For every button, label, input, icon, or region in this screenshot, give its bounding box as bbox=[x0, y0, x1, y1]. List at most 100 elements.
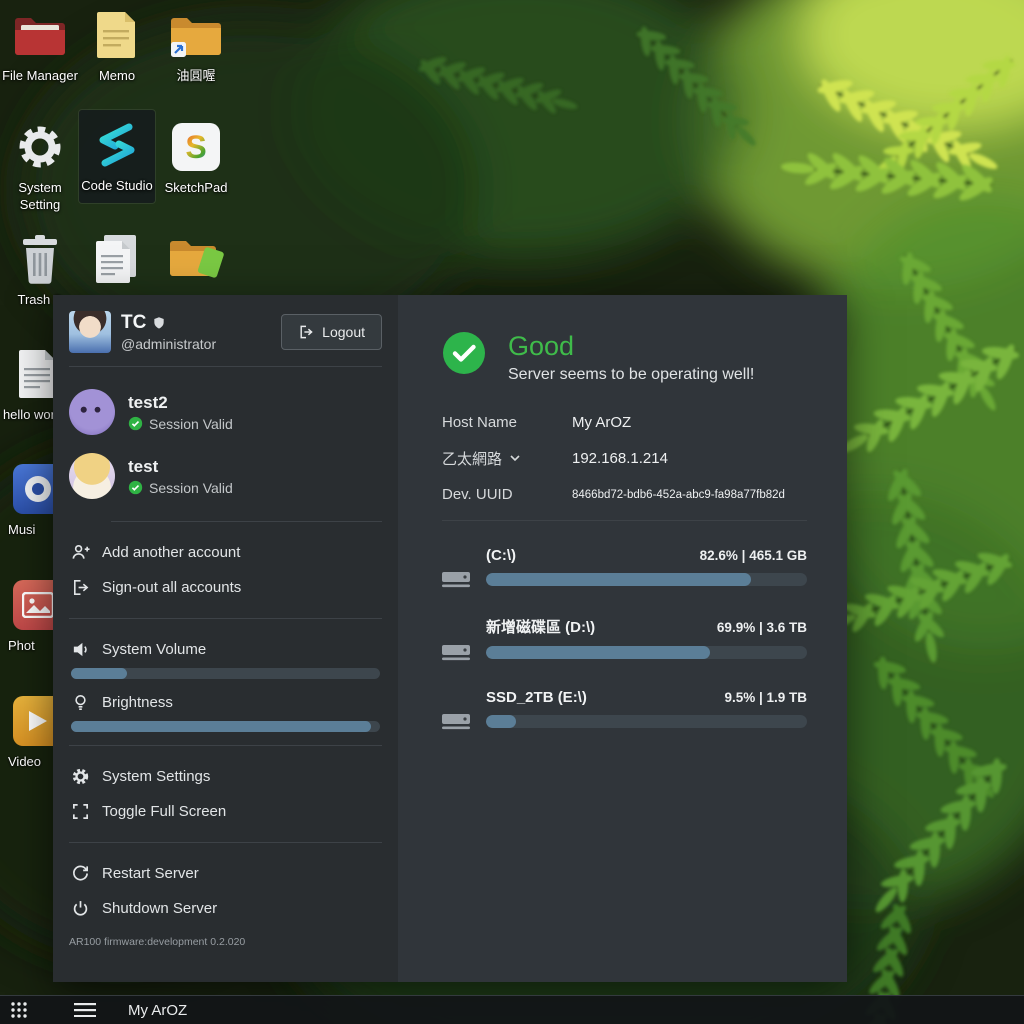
brightness-slider[interactable] bbox=[71, 721, 380, 732]
check-circle-icon bbox=[128, 480, 143, 495]
folder-paste-icon bbox=[158, 230, 234, 288]
logout-icon bbox=[298, 324, 314, 340]
divider bbox=[69, 366, 382, 367]
desktop: File Manager Memo 油圓喔 bbox=[0, 0, 1024, 1024]
system-settings-item[interactable]: System Settings bbox=[69, 759, 382, 794]
divider bbox=[442, 520, 807, 521]
hostname-row: Host Name My ArOZ bbox=[442, 414, 807, 431]
desktop-icon-label: SketchPad bbox=[158, 180, 234, 197]
desktop-icon-code-studio[interactable]: Code Studio bbox=[79, 110, 155, 203]
divider bbox=[111, 521, 382, 522]
disk-row-e: SSD_2TB (E:\) 9.5% | 1.9 TB bbox=[442, 689, 807, 731]
disk-usage-bar bbox=[486, 646, 807, 659]
desktop-icon-folder-paste[interactable] bbox=[158, 230, 234, 292]
divider bbox=[69, 745, 382, 746]
account-row-test2[interactable]: test2 Session Valid bbox=[69, 380, 382, 444]
desktop-icon-memo[interactable]: Memo bbox=[79, 6, 155, 85]
person-plus-icon bbox=[71, 543, 90, 562]
account-row-test[interactable]: test Session Valid bbox=[69, 444, 382, 508]
status-title: Good bbox=[508, 331, 754, 362]
account-name: test2 bbox=[128, 393, 233, 413]
divider bbox=[69, 618, 382, 619]
account-name: test bbox=[128, 457, 233, 477]
gear-icon bbox=[2, 118, 78, 176]
disk-usage: 69.9% | 3.6 TB bbox=[717, 620, 807, 635]
fullscreen-icon bbox=[71, 802, 90, 821]
disk-usage-bar bbox=[486, 573, 807, 586]
chevron-down-icon bbox=[510, 455, 520, 462]
user-name: TC bbox=[121, 312, 146, 334]
taskbar-title: My ArOZ bbox=[128, 1002, 187, 1019]
desktop-icon-label: 油圓喔 bbox=[158, 68, 234, 85]
volume-fill bbox=[71, 668, 127, 679]
desktop-icon-document[interactable] bbox=[79, 230, 155, 292]
desktop-icon-shortcut-folder[interactable]: 油圓喔 bbox=[158, 6, 234, 85]
restart-icon bbox=[71, 864, 90, 883]
memo-icon bbox=[79, 6, 155, 64]
brightness-fill bbox=[71, 721, 371, 732]
system-volume-slider[interactable] bbox=[71, 668, 380, 679]
ip-address-value: 192.168.1.214 bbox=[572, 450, 668, 467]
hamburger-icon bbox=[74, 1003, 96, 1017]
disk-usage-fill bbox=[486, 715, 516, 728]
folder-shortcut-icon bbox=[158, 6, 234, 64]
drive-icon bbox=[442, 570, 470, 589]
current-user-header: TC @administrator Logout bbox=[69, 311, 382, 353]
drive-icon bbox=[442, 712, 470, 731]
disk-usage-fill bbox=[486, 646, 710, 659]
status-subtitle: Server seems to be operating well! bbox=[508, 366, 754, 384]
toggle-fullscreen-item[interactable]: Toggle Full Screen bbox=[69, 794, 382, 829]
divider bbox=[69, 842, 382, 843]
signout-all-item[interactable]: Sign-out all accounts bbox=[69, 570, 382, 605]
restart-server-item[interactable]: Restart Server bbox=[69, 856, 382, 891]
hostname-label: Host Name bbox=[442, 414, 572, 431]
logout-button[interactable]: Logout bbox=[281, 314, 382, 350]
disk-name: SSD_2TB (E:\) bbox=[486, 689, 587, 706]
desktop-icon-label: File Manager bbox=[2, 68, 78, 85]
hostname-value: My ArOZ bbox=[572, 414, 631, 431]
desktop-icon-system-setting[interactable]: System Setting bbox=[2, 118, 78, 214]
firmware-version: AR100 firmware:development 0.2.020 bbox=[69, 936, 382, 948]
disk-row-c: (C:\) 82.6% | 465.1 GB bbox=[442, 547, 807, 589]
network-select[interactable]: 乙太網路 bbox=[442, 448, 572, 469]
code-studio-icon bbox=[79, 116, 155, 174]
admin-shield-icon bbox=[152, 316, 166, 331]
shutdown-server-item[interactable]: Shutdown Server bbox=[69, 891, 382, 926]
desktop-icon-label: Code Studio bbox=[79, 178, 155, 195]
brightness-label: Brightness bbox=[69, 685, 382, 714]
desktop-icon-sketchpad[interactable]: S SketchPad bbox=[158, 118, 234, 197]
user-handle: @administrator bbox=[121, 336, 216, 352]
disk-name: (C:\) bbox=[486, 547, 516, 564]
sketchpad-icon: S bbox=[158, 118, 234, 176]
user-avatar bbox=[69, 311, 111, 353]
session-status: Session Valid bbox=[149, 416, 233, 432]
speaker-icon bbox=[71, 640, 90, 659]
account-panel: TC @administrator Logout bbox=[53, 295, 398, 982]
uuid-label: Dev. UUID bbox=[442, 486, 572, 503]
disk-row-d: 新增磁碟區 (D:\) 69.9% | 3.6 TB bbox=[442, 616, 807, 662]
session-status: Session Valid bbox=[149, 480, 233, 496]
disk-usage: 9.5% | 1.9 TB bbox=[724, 690, 807, 705]
disk-name: 新增磁碟區 (D:\) bbox=[486, 616, 595, 637]
uuid-row: Dev. UUID 8466bd72-bdb6-452a-abc9-fa98a7… bbox=[442, 486, 807, 503]
document-icon bbox=[79, 230, 155, 288]
gear-icon bbox=[71, 767, 90, 786]
menu-button[interactable] bbox=[64, 996, 106, 1024]
taskbar: My ArOZ bbox=[0, 995, 1024, 1024]
desktop-icon-file-manager[interactable]: File Manager bbox=[2, 6, 78, 85]
trash-icon bbox=[2, 230, 78, 288]
desktop-icon-label: Memo bbox=[79, 68, 155, 85]
desktop-icon-label: System Setting bbox=[2, 180, 78, 214]
app-launcher-button[interactable] bbox=[0, 996, 38, 1024]
status-check-icon bbox=[442, 331, 486, 375]
disk-usage: 82.6% | 465.1 GB bbox=[700, 548, 807, 563]
power-icon bbox=[71, 899, 90, 918]
network-row: 乙太網路 192.168.1.214 bbox=[442, 448, 807, 469]
add-account-item[interactable]: Add another account bbox=[69, 535, 382, 570]
disk-usage-fill bbox=[486, 573, 751, 586]
drive-icon bbox=[442, 643, 470, 662]
account-avatar bbox=[69, 389, 115, 435]
check-circle-icon bbox=[128, 416, 143, 431]
uuid-value: 8466bd72-bdb6-452a-abc9-fa98a77fb82d bbox=[572, 489, 785, 501]
system-volume-label: System Volume bbox=[69, 632, 382, 661]
